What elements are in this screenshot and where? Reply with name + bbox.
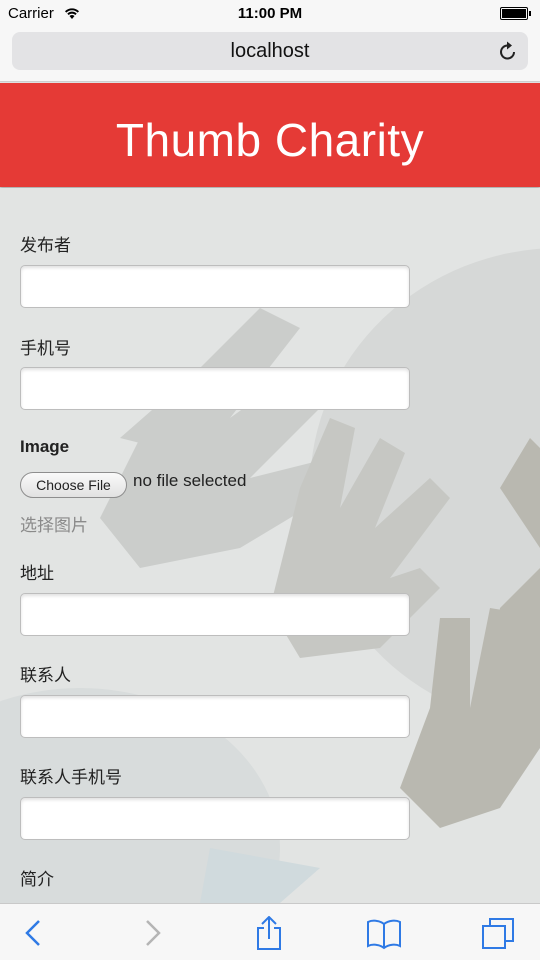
choose-file-button[interactable]: Choose File xyxy=(20,472,127,498)
address-input[interactable] xyxy=(20,593,410,636)
contact-phone-input[interactable] xyxy=(20,797,410,840)
contact-label: 联系人 xyxy=(20,666,71,685)
address-label: 地址 xyxy=(20,564,54,583)
app-header: Thumb Charity xyxy=(0,83,540,187)
phone-input[interactable] xyxy=(20,367,410,410)
image-label: Image xyxy=(20,437,70,456)
publisher-input[interactable] xyxy=(20,265,410,308)
tabs-icon[interactable] xyxy=(481,916,517,950)
browser-toolbar xyxy=(0,903,540,960)
browser-address-area: localhost xyxy=(0,28,540,82)
contact-phone-label: 联系人手机号 xyxy=(20,768,122,787)
phone-label: 手机号 xyxy=(20,339,71,358)
battery-icon xyxy=(500,7,531,20)
file-status-text: no file selected xyxy=(133,471,247,490)
share-icon[interactable] xyxy=(251,916,287,950)
address-bar[interactable]: localhost xyxy=(12,32,528,70)
url-text[interactable]: localhost xyxy=(12,40,528,63)
reload-icon[interactable] xyxy=(498,40,518,62)
app-title: Thumb Charity xyxy=(115,114,425,166)
forward-icon[interactable] xyxy=(134,916,170,950)
back-icon[interactable] xyxy=(16,916,52,950)
contact-input[interactable] xyxy=(20,695,410,738)
status-time: 11:00 PM xyxy=(237,5,303,22)
intro-label: 简介 xyxy=(20,870,54,889)
publisher-label: 发布者 xyxy=(20,236,71,255)
post-form: 发布者 手机号 Image Choose File no file select… xyxy=(0,188,540,903)
bookmarks-icon[interactable] xyxy=(366,916,402,950)
image-hint: 选择图片 xyxy=(20,516,88,535)
status-bar: Carrier 11:00 PM xyxy=(0,0,540,28)
